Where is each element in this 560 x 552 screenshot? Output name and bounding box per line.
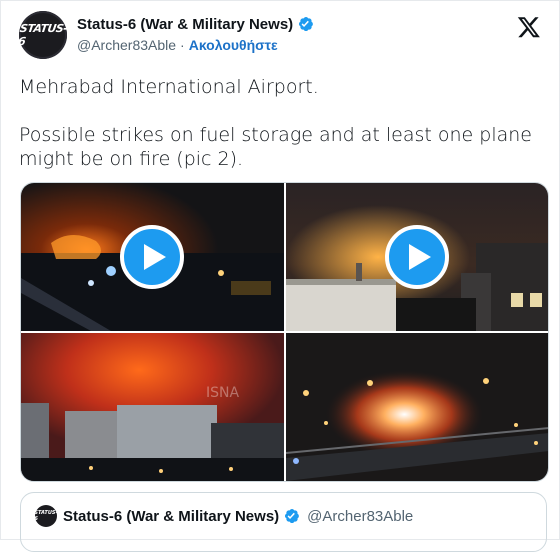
quoted-display-name: Status-6 (War & Military News): [63, 507, 280, 525]
play-icon: [143, 244, 166, 270]
play-button[interactable]: [385, 225, 449, 289]
author-name-row: Status-6 (War & Military News): [77, 15, 315, 33]
avatar[interactable]: STATUS-6: [17, 11, 69, 59]
quoted-author-row: Status-6 (War & Military News) @Archer83…: [63, 507, 413, 525]
tweet-text-line-1: Mehrabad International Airport.: [19, 76, 319, 98]
quoted-avatar: STATUS-6: [34, 505, 58, 527]
quoted-handle: @Archer83Able: [307, 507, 414, 525]
quoted-tweet[interactable]: STATUS-6 Status-6 (War & Military News) …: [20, 492, 547, 552]
fire-image-4: [286, 333, 548, 481]
handle[interactable]: @Archer83Able: [77, 37, 176, 53]
tweet-text-paragraph-2: Possible strikes on fuel storage and at …: [19, 124, 532, 170]
verified-badge-icon: [285, 508, 300, 524]
image-tile-4[interactable]: [286, 333, 548, 481]
verified-badge-icon: [299, 16, 314, 32]
fire-image-3: ISNA: [21, 333, 284, 481]
quoted-avatar-text: STATUS-6: [34, 510, 58, 522]
image-tile-3[interactable]: ISNA: [21, 333, 284, 481]
play-button[interactable]: [120, 225, 184, 289]
tweet-card: STATUS-6 Status-6 (War & Military News) …: [0, 0, 560, 552]
follow-link[interactable]: Ακολουθήστε: [189, 37, 278, 53]
watermark-text: ISNA: [206, 385, 239, 401]
display-name[interactable]: Status-6 (War & Military News): [77, 16, 293, 33]
video-tile-2[interactable]: [286, 183, 548, 331]
video-tile-1[interactable]: [21, 183, 284, 331]
handle-row: @Archer83Able · Ακολουθήστε: [77, 37, 278, 53]
x-logo-icon[interactable]: [517, 15, 541, 39]
avatar-text: STATUS-6: [17, 22, 69, 48]
play-icon: [408, 244, 431, 270]
separator: ·: [180, 37, 185, 53]
media-grid: ISNA: [20, 182, 549, 482]
